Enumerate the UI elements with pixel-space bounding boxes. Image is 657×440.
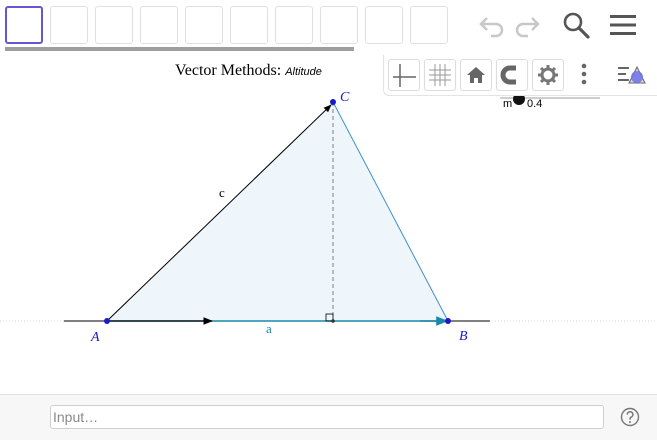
help-icon[interactable] bbox=[620, 407, 640, 427]
settings-button[interactable] bbox=[532, 59, 564, 91]
slider-value: 0.4 bbox=[527, 98, 543, 110]
home-button[interactable] bbox=[460, 59, 492, 91]
more-options-button[interactable] bbox=[568, 59, 600, 91]
toolbar bbox=[0, 0, 657, 52]
grid-toggle-button[interactable] bbox=[424, 59, 456, 91]
tool-slot-7[interactable] bbox=[275, 6, 313, 44]
point-b[interactable] bbox=[445, 318, 451, 324]
title-sub: Altitude bbox=[285, 66, 322, 78]
triangle-abc[interactable] bbox=[107, 102, 448, 321]
tool-slot-2[interactable] bbox=[50, 6, 88, 44]
undo-icon[interactable] bbox=[477, 10, 507, 40]
altitude-foot-point[interactable] bbox=[331, 319, 335, 323]
style-bar bbox=[383, 55, 657, 96]
input-bar: Input… bbox=[0, 394, 657, 440]
label-segment-a: a bbox=[266, 321, 272, 336]
axes-icon bbox=[393, 64, 416, 87]
grid-icon bbox=[429, 64, 451, 86]
tool-slot-4[interactable] bbox=[140, 6, 178, 44]
tool-slot-6[interactable] bbox=[230, 6, 268, 44]
gear-icon bbox=[538, 65, 558, 85]
algebra-input[interactable]: Input… bbox=[50, 405, 604, 429]
point-capturing-button[interactable] bbox=[496, 59, 528, 91]
tool-slot-10[interactable] bbox=[410, 6, 448, 44]
page-title: Vector Methods: Altitude bbox=[175, 62, 322, 80]
label-point-a: A bbox=[90, 330, 100, 345]
style-bar-toggle-icon bbox=[618, 65, 646, 84]
title-main: Vector Methods: bbox=[175, 62, 282, 79]
home-icon bbox=[467, 67, 485, 83]
axes-toggle-button[interactable] bbox=[388, 59, 420, 91]
hamburger-menu-icon[interactable] bbox=[608, 10, 638, 40]
tool-slot-3[interactable] bbox=[95, 6, 133, 44]
magnet-icon bbox=[500, 65, 521, 85]
tool-slot-9[interactable] bbox=[365, 6, 403, 44]
point-a[interactable] bbox=[104, 318, 110, 324]
tool-slot-5[interactable] bbox=[185, 6, 223, 44]
more-vertical-icon bbox=[581, 63, 587, 85]
label-point-c: C bbox=[340, 90, 350, 105]
toolbar-scrollbar[interactable] bbox=[5, 47, 354, 51]
search-icon[interactable] bbox=[561, 10, 591, 40]
label-point-b: B bbox=[459, 329, 468, 344]
label-vector-c: c bbox=[219, 185, 225, 200]
tool-slot-8[interactable] bbox=[320, 6, 358, 44]
style-bar-toggle-button[interactable] bbox=[616, 59, 648, 91]
slider-label: m bbox=[503, 98, 513, 110]
redo-icon[interactable] bbox=[512, 10, 542, 40]
point-c[interactable] bbox=[330, 99, 336, 105]
tool-slot-1[interactable] bbox=[5, 6, 43, 44]
